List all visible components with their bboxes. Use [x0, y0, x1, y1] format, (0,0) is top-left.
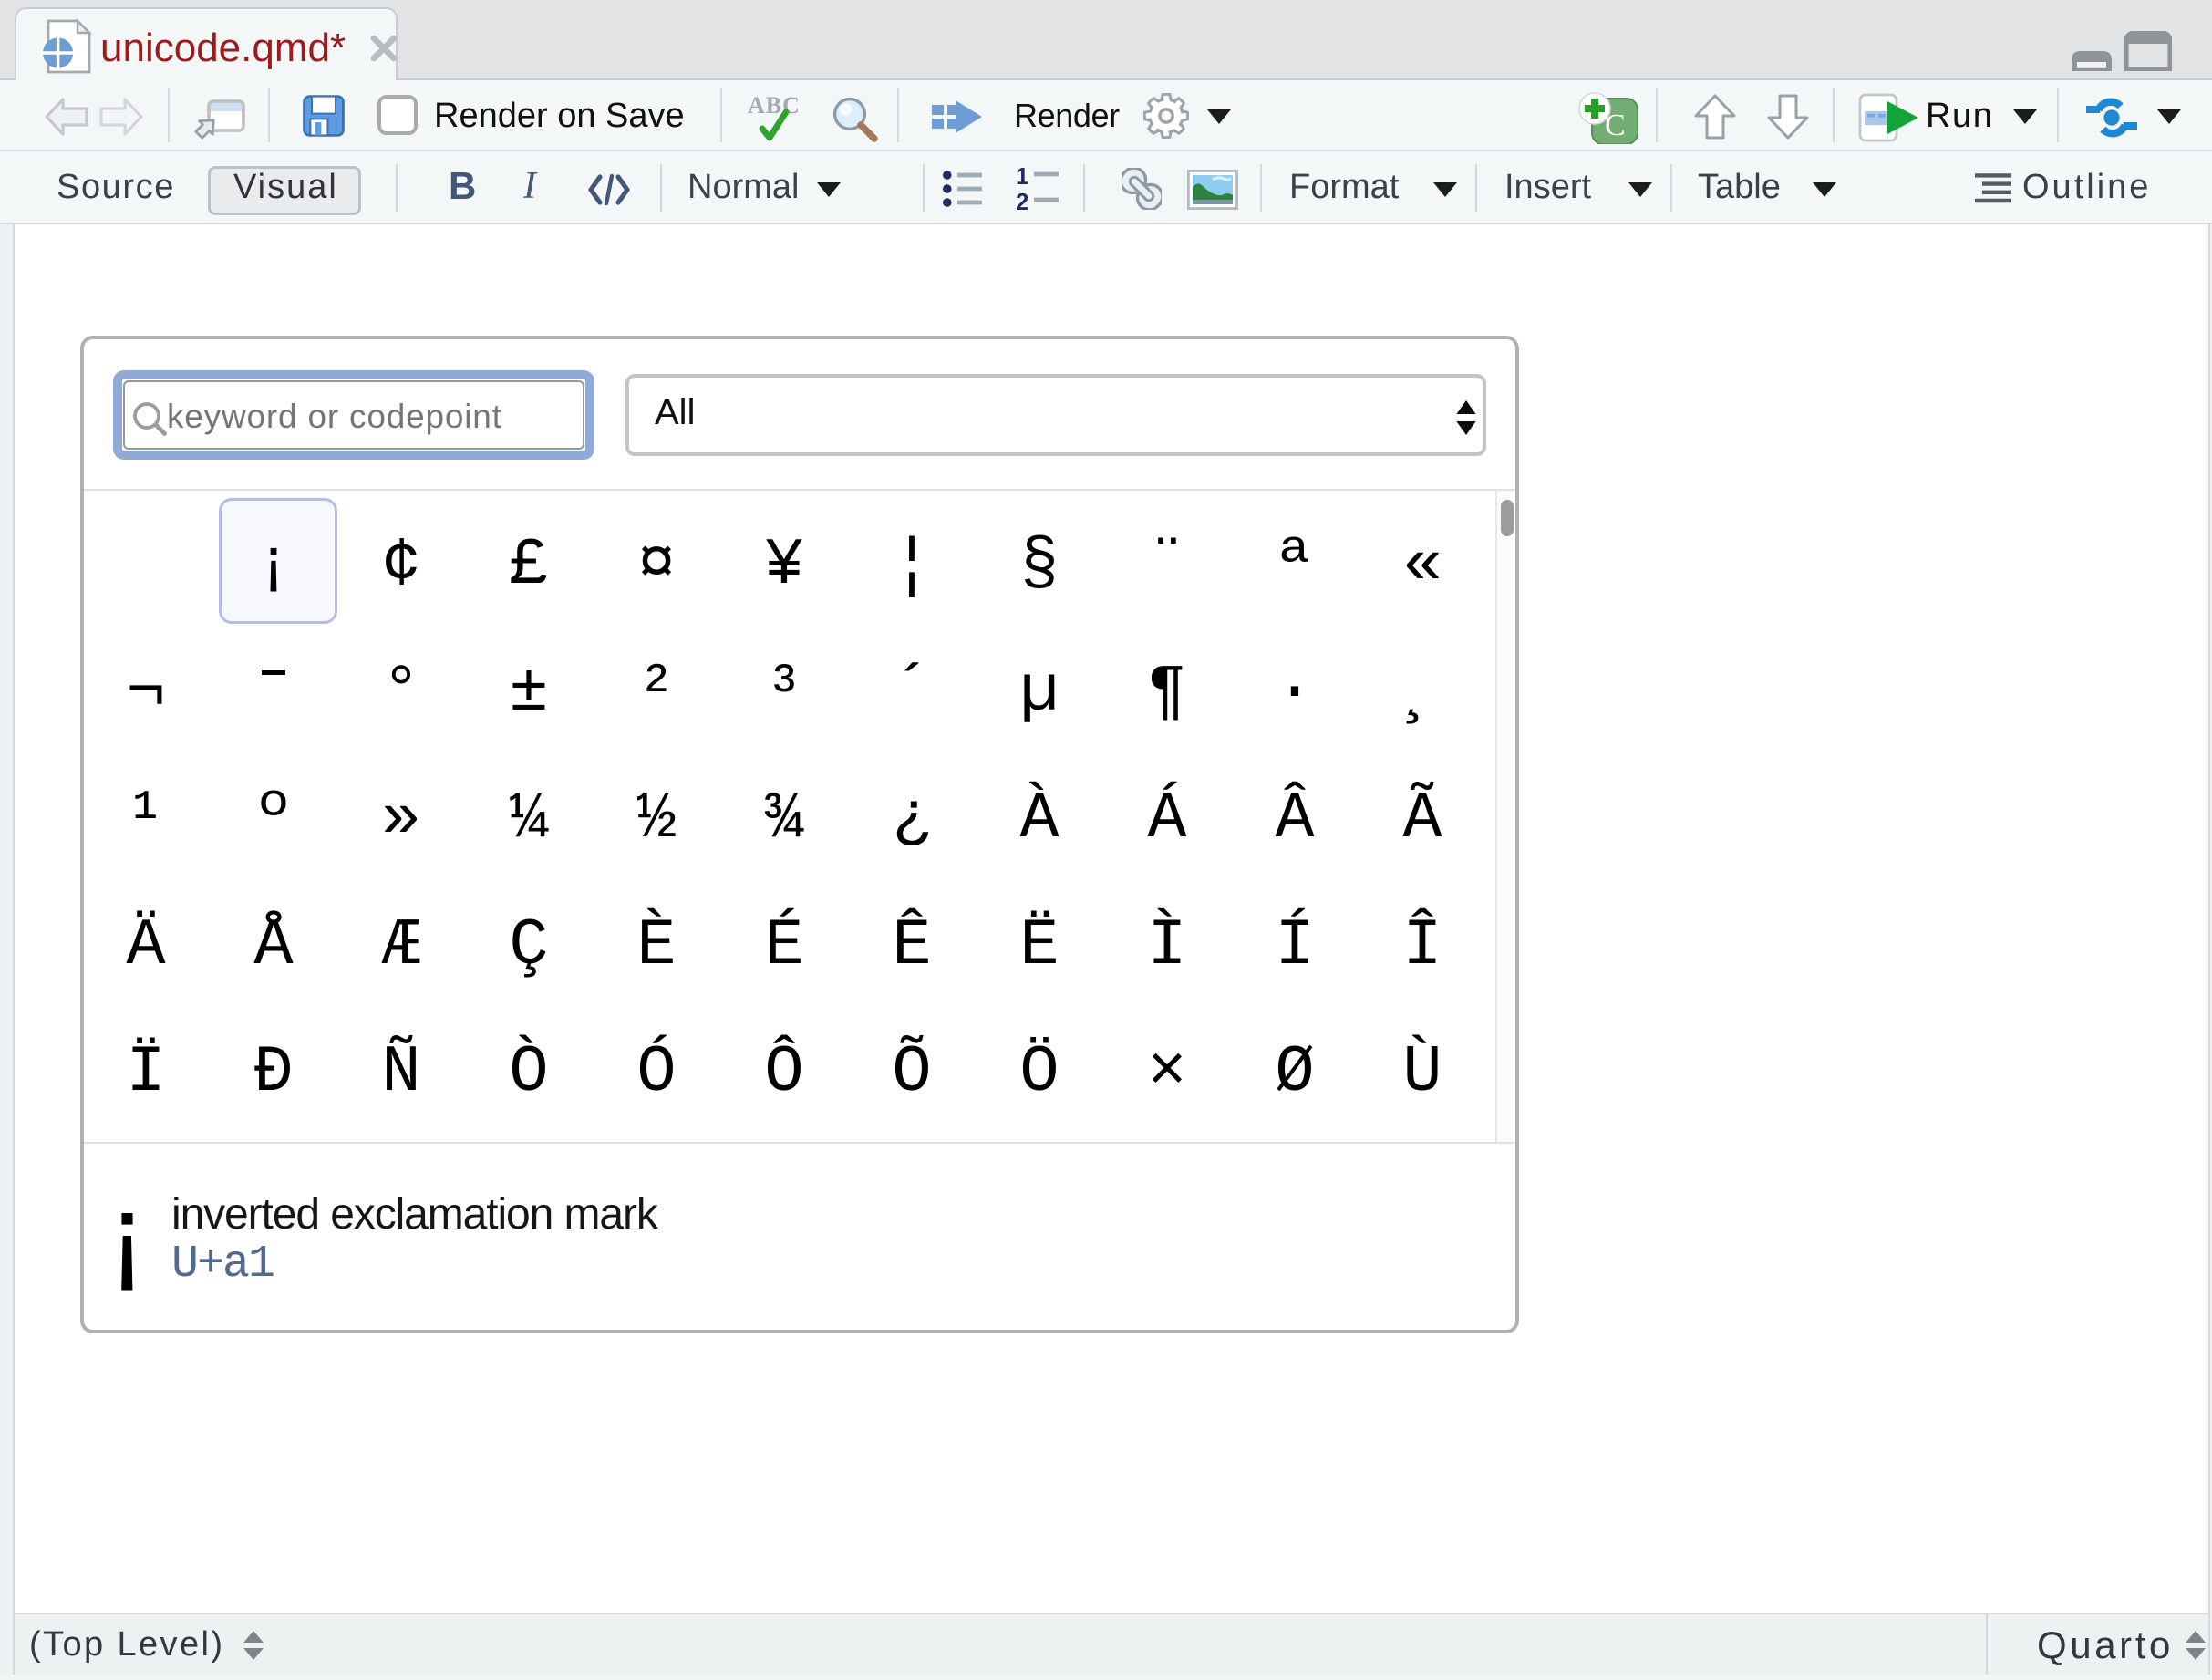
- svg-text:1: 1: [1016, 166, 1028, 190]
- svg-text:2: 2: [1016, 188, 1028, 212]
- svg-text:ABC: ABC: [748, 93, 801, 119]
